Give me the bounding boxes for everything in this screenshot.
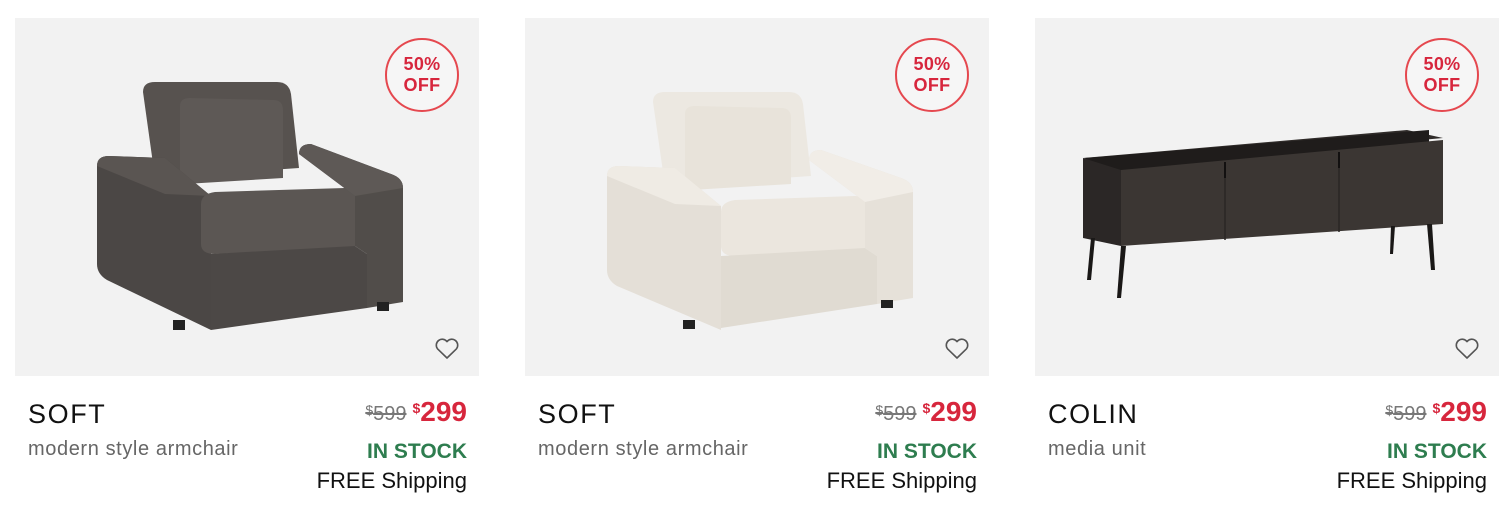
wishlist-heart-icon[interactable] xyxy=(943,336,971,362)
sale-price: $299 xyxy=(1432,396,1487,427)
product-name[interactable]: SOFT xyxy=(538,398,616,430)
stock-status: IN STOCK xyxy=(877,440,977,463)
original-price: $599 xyxy=(365,402,407,425)
product-subtitle: media unit xyxy=(1048,438,1147,460)
sale-price: $299 xyxy=(922,396,977,427)
price-row: $599 $299 xyxy=(1385,396,1487,428)
discount-badge: 50% OFF xyxy=(895,38,969,112)
discount-badge: 50% OFF xyxy=(385,38,459,112)
product-grid: 50% OFF SOFT modern style armchair $599 … xyxy=(0,0,1503,531)
product-image-link[interactable]: 50% OFF xyxy=(1035,18,1499,376)
stock-status: IN STOCK xyxy=(1387,440,1487,463)
product-info: COLIN media unit $599 $299 IN STOCK FREE… xyxy=(1035,376,1499,516)
product-image-link[interactable]: 50% OFF xyxy=(15,18,479,376)
discount-percent: 50% xyxy=(913,54,951,74)
stock-status: IN STOCK xyxy=(367,440,467,463)
product-card[interactable]: 50% OFF SOFT modern style armchair $599 … xyxy=(15,18,479,518)
discount-off-label: OFF xyxy=(1423,75,1461,95)
product-name[interactable]: SOFT xyxy=(28,398,106,430)
discount-percent: 50% xyxy=(403,54,441,74)
product-name[interactable]: COLIN xyxy=(1048,398,1139,430)
product-card[interactable]: 50% OFF COLIN media unit $599 $299 IN ST… xyxy=(1035,18,1499,518)
product-info: SOFT modern style armchair $599 $299 IN … xyxy=(15,376,479,516)
discount-percent: 50% xyxy=(1423,54,1461,74)
price-row: $599 $299 xyxy=(875,396,977,428)
product-info: SOFT modern style armchair $599 $299 IN … xyxy=(525,376,989,516)
original-price: $599 xyxy=(875,402,917,425)
original-price: $599 xyxy=(1385,402,1427,425)
discount-off-label: OFF xyxy=(913,75,951,95)
shipping-info: FREE Shipping xyxy=(826,468,977,493)
product-subtitle: modern style armchair xyxy=(28,438,239,460)
shipping-info: FREE Shipping xyxy=(316,468,467,493)
discount-badge: 50% OFF xyxy=(1405,38,1479,112)
wishlist-heart-icon[interactable] xyxy=(433,336,461,362)
discount-off-label: OFF xyxy=(403,75,441,95)
product-subtitle: modern style armchair xyxy=(538,438,749,460)
sale-price: $299 xyxy=(412,396,467,427)
product-image-link[interactable]: 50% OFF xyxy=(525,18,989,376)
product-card[interactable]: 50% OFF SOFT modern style armchair $599 … xyxy=(525,18,989,518)
price-row: $599 $299 xyxy=(365,396,467,428)
shipping-info: FREE Shipping xyxy=(1336,468,1487,493)
wishlist-heart-icon[interactable] xyxy=(1453,336,1481,362)
